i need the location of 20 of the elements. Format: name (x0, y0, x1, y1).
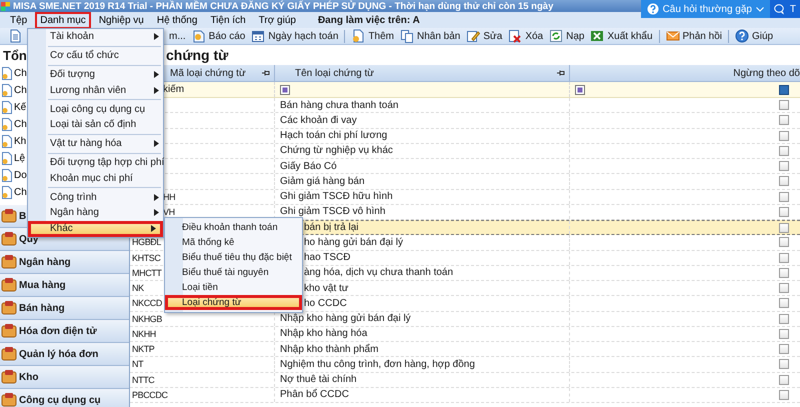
table-cell: NT (130, 357, 275, 372)
table-cell: Các khoản đi vay (275, 113, 570, 128)
table-cell: Ghi giảm TSCĐ hữu hình (275, 190, 570, 204)
table-cell: Nghiệm thu công trình, đơn hàng, hợp đồng (275, 357, 570, 372)
workspace-label: Đang làm việc trên: A (318, 14, 420, 26)
table-cell: Nhập kho thành phẩm (275, 342, 570, 356)
table-cell: NTTC (130, 372, 275, 387)
table-cell: Hạch toán chi phí lương (275, 128, 570, 143)
table-cell: PBCCDC (130, 388, 275, 402)
window-title: MISA SME.NET 2019 R14 Trial - PHẦN MỀM CHƯA ĐĂNG KÝ GIẤY PHÉP SỬ DỤNG - Thời hạn dùng thử chỉ còn 15 ngày (13, 0, 554, 12)
panel-title: Tổn (2, 46, 27, 64)
table-cell: Giảm giá hàng bán (275, 174, 570, 188)
table-cell: Nợ thuê tài chính (275, 372, 570, 387)
table-cell: Nhập kho hàng hóa (275, 326, 570, 341)
table-cell: Chứng từ nghiệp vụ khác (275, 144, 570, 158)
table-cell: Giấy Báo Có (275, 159, 570, 174)
table-cell: NKHH (130, 326, 275, 341)
table-cell: Bán hàng chưa thanh toán (275, 98, 570, 112)
table-cell: Phân bổ CCDC (275, 388, 570, 402)
table-cell: NKTP (130, 342, 275, 356)
